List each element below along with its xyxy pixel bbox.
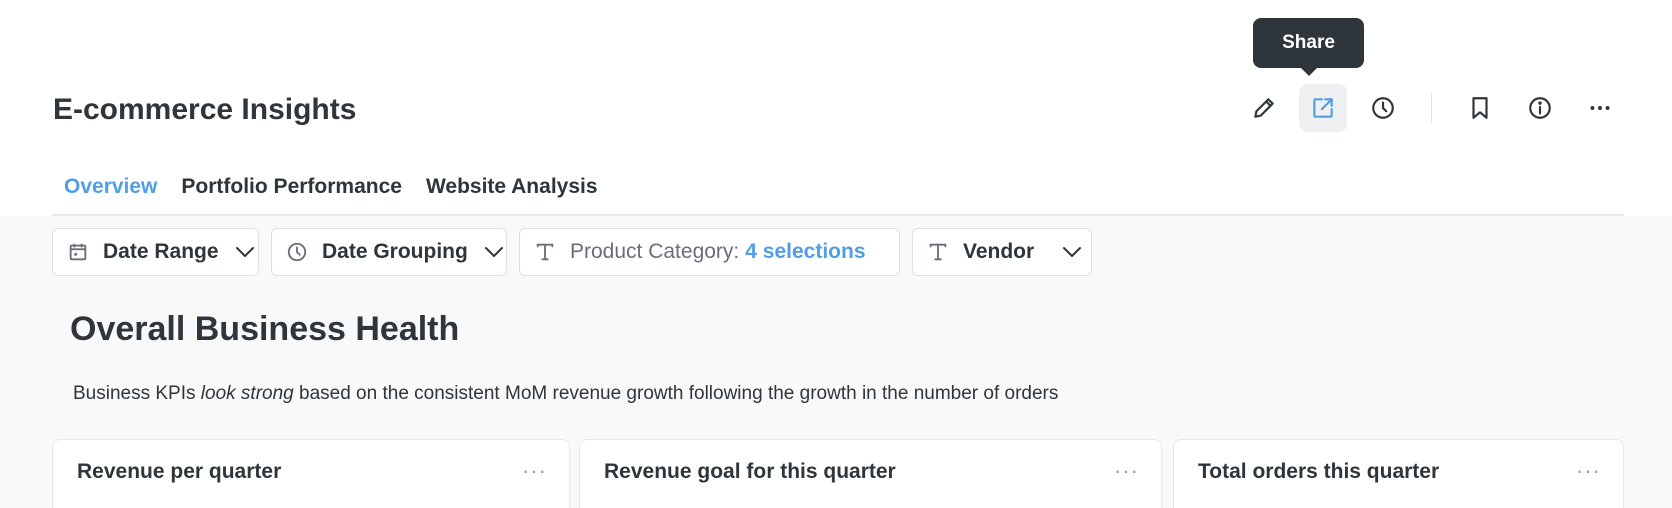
clock-icon: [287, 242, 307, 262]
edit-button[interactable]: [1240, 84, 1288, 132]
card-title: Total orders this quarter: [1198, 460, 1440, 483]
desc-text-end: based on the consistent MoM revenue grow…: [293, 383, 1059, 404]
product-category-label: Product Category:: [570, 240, 740, 263]
chevron-down-icon: [484, 247, 503, 257]
date-grouping-filter[interactable]: Date Grouping: [271, 228, 507, 276]
more-button[interactable]: [1576, 84, 1624, 132]
card-menu-button[interactable]: ···: [522, 458, 547, 484]
chevron-down-icon: [1063, 247, 1082, 257]
product-category-filter[interactable]: Product Category: 4 selections: [519, 228, 900, 276]
section-title: Overall Business Health: [70, 310, 460, 348]
dashboard-header: E-commerce Insights Share Overview Portf…: [0, 0, 1672, 218]
bookmark-button[interactable]: [1456, 84, 1504, 132]
card-menu-button[interactable]: ···: [1114, 458, 1139, 484]
vendor-label: Vendor: [963, 240, 1035, 263]
bookmark-icon: [1472, 97, 1488, 119]
info-button[interactable]: [1516, 84, 1564, 132]
edit-icon: [1254, 98, 1274, 118]
date-range-label: Date Range: [103, 240, 219, 263]
card-title: Revenue per quarter: [77, 460, 282, 483]
revenue-per-quarter-card: Revenue per quarter ···: [52, 439, 570, 508]
vendor-filter[interactable]: Vendor: [912, 228, 1092, 276]
tab-overview[interactable]: Overview: [52, 160, 170, 218]
history-icon: [1372, 97, 1394, 119]
page-title: E-commerce Insights: [53, 93, 357, 126]
desc-emphasis: look strong: [200, 383, 294, 404]
revenue-goal-card: Revenue goal for this quarter ···: [579, 439, 1162, 508]
text-icon: [536, 243, 554, 261]
product-category-selection: 4 selections: [745, 240, 866, 263]
share-tooltip: Share: [1253, 18, 1364, 76]
calendar-icon: [69, 243, 87, 261]
history-button[interactable]: [1359, 84, 1407, 132]
actions-divider: [1431, 93, 1432, 123]
desc-text-start: Business KPIs: [73, 383, 201, 404]
date-range-filter[interactable]: Date Range: [52, 228, 259, 276]
section-description: Business KPIs look strong based on the c…: [73, 383, 1058, 405]
more-icon: [1590, 106, 1610, 110]
total-orders-card: Total orders this quarter ···: [1173, 439, 1624, 508]
dashboard-tabs: Overview Portfolio Performance Website A…: [52, 160, 610, 218]
date-grouping-label: Date Grouping: [322, 240, 468, 263]
text-icon: [929, 243, 947, 261]
card-menu-button[interactable]: ···: [1576, 458, 1601, 484]
tab-portfolio-performance[interactable]: Portfolio Performance: [169, 160, 414, 218]
card-title: Revenue goal for this quarter: [604, 460, 896, 483]
info-icon: [1529, 97, 1551, 119]
share-button[interactable]: [1299, 84, 1347, 132]
chevron-down-icon: [235, 247, 254, 257]
tab-website-analysis[interactable]: Website Analysis: [414, 160, 610, 218]
share-icon: [1313, 98, 1333, 118]
dashboard-content: Date Range Date Grouping Product Categor…: [0, 216, 1672, 508]
